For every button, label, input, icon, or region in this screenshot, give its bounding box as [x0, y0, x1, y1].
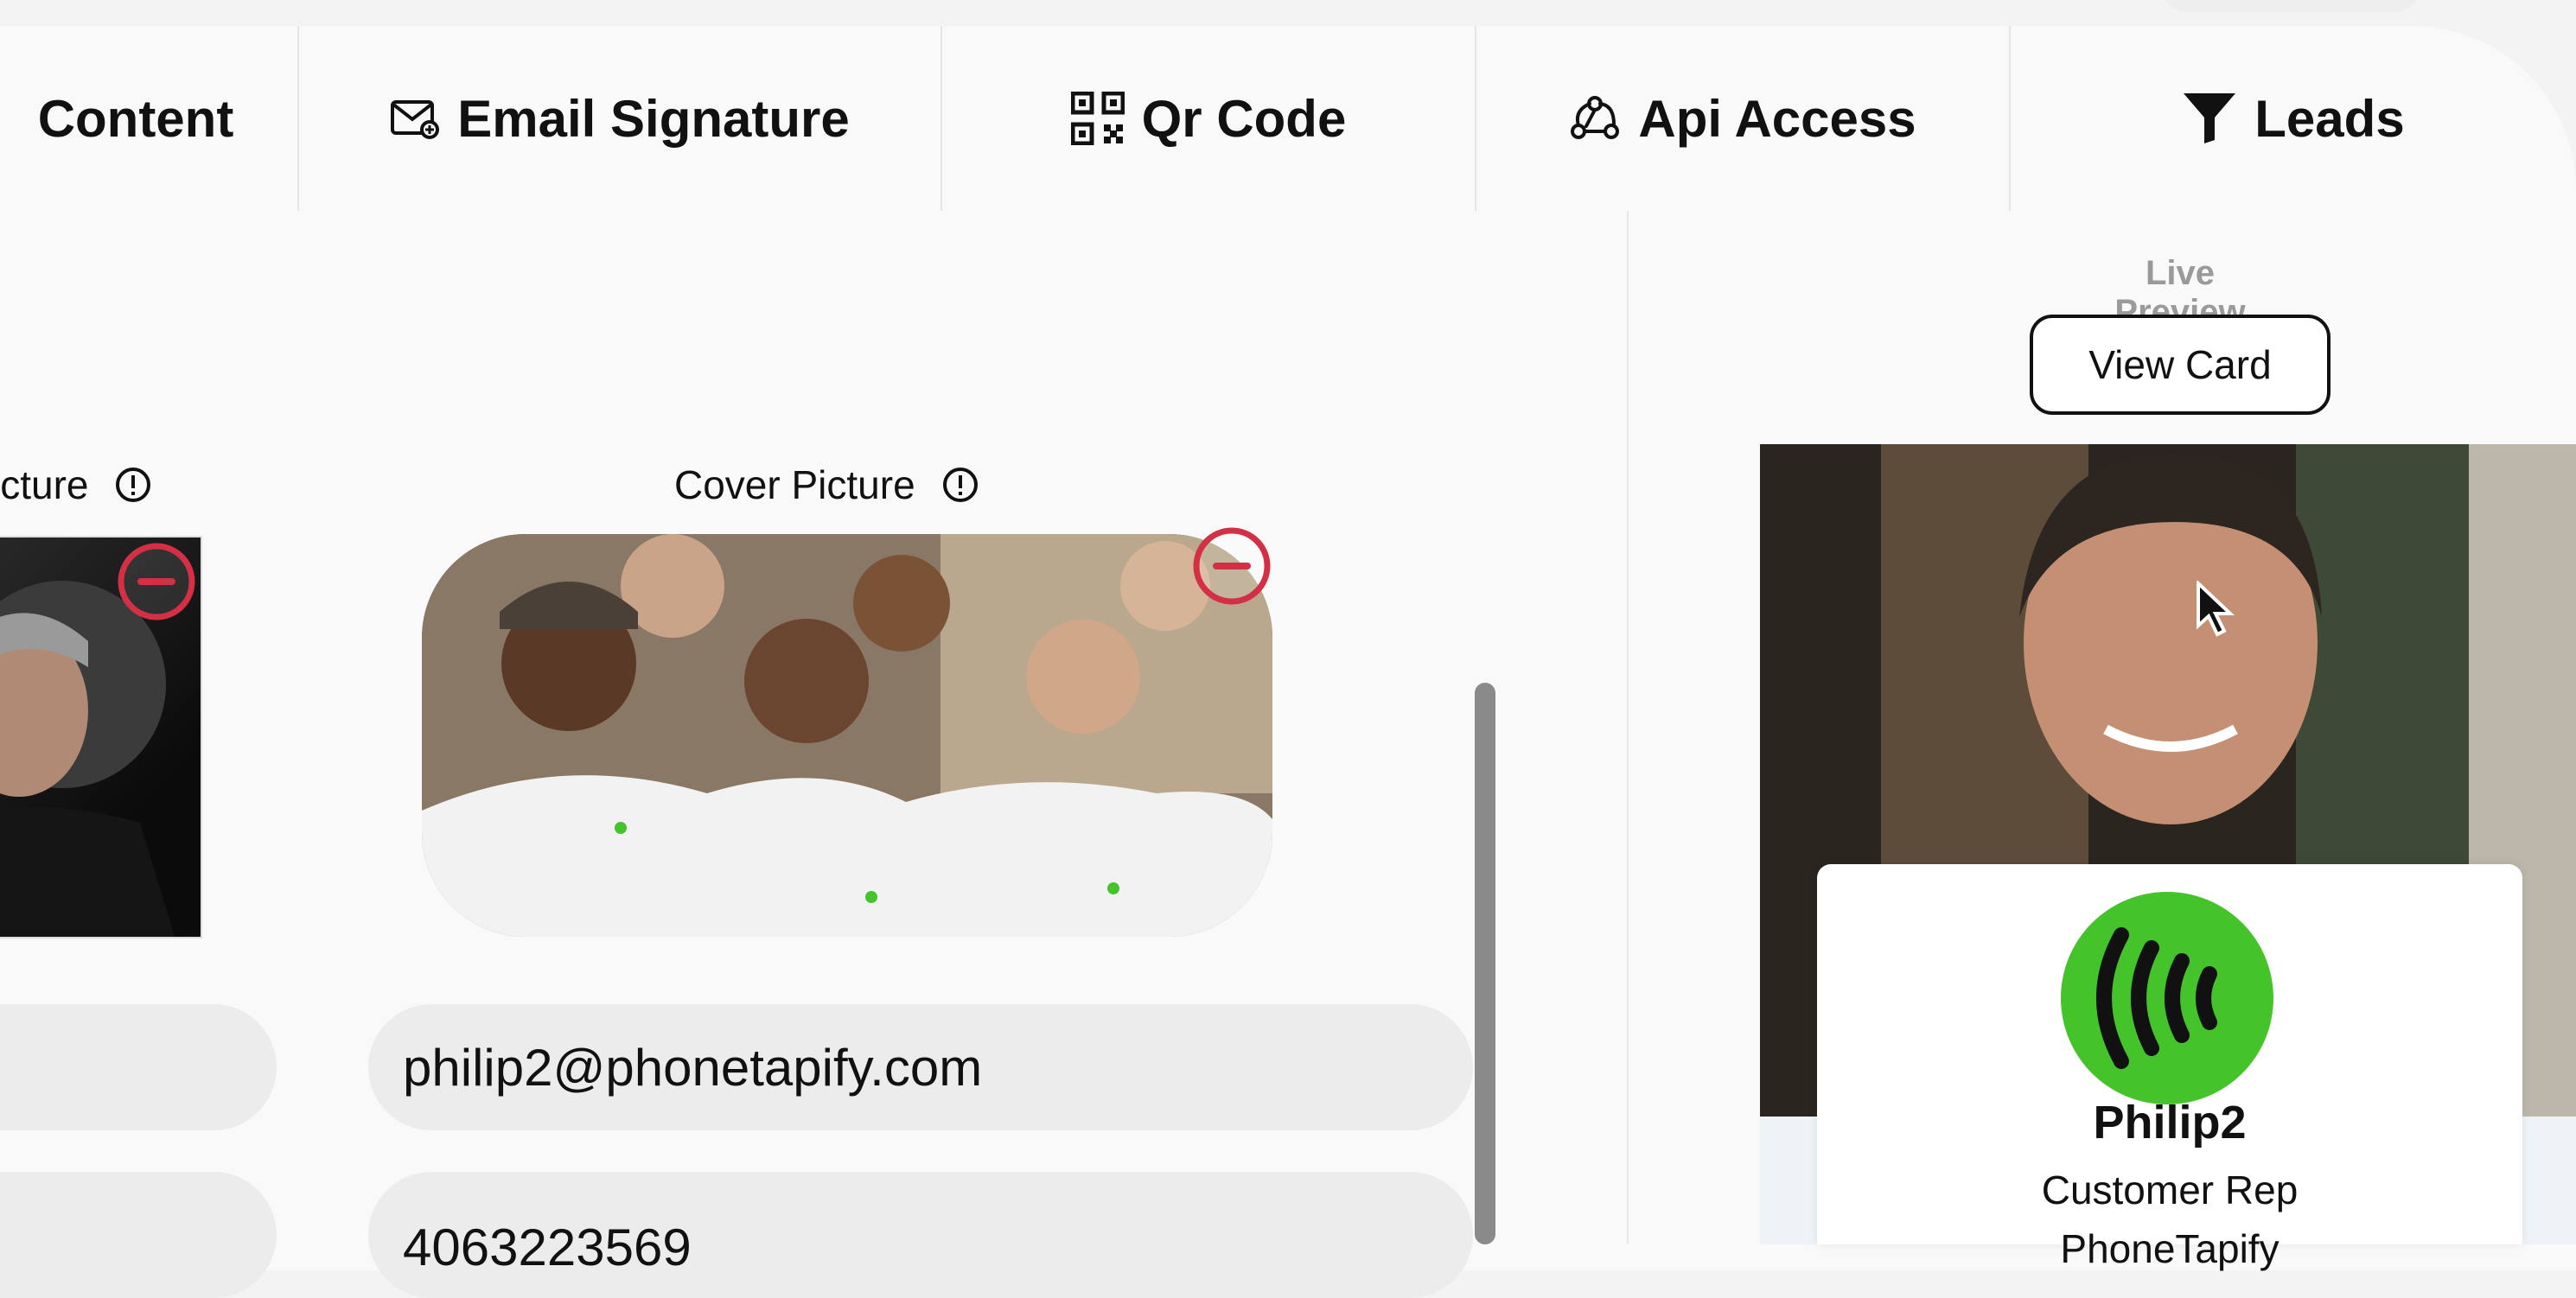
tab-api-access[interactable]: Api Access — [1476, 26, 2009, 211]
tab-leads-label: Leads — [2254, 89, 2405, 148]
tab-email-signature[interactable]: Email Signature — [299, 26, 940, 211]
view-card-button[interactable]: View Card — [2030, 315, 2331, 415]
email-value: philip2@phonetapify.com — [403, 1038, 983, 1097]
tab-qr-code[interactable]: Qr Code — [942, 26, 1475, 211]
envelope-icon — [390, 97, 440, 140]
company-logo — [2061, 892, 2273, 1104]
tab-content[interactable]: Content — [0, 26, 297, 211]
cover-picture-label: Cover Picture — [674, 461, 979, 508]
cover-photo-illustration — [422, 534, 1272, 937]
minus-circle-icon — [1193, 527, 1271, 605]
secondary-field[interactable] — [0, 1172, 277, 1298]
name-field[interactable] — [0, 1004, 277, 1130]
window-top-bubble — [2161, 0, 2420, 12]
cover-picture-label-text: Cover Picture — [674, 462, 915, 507]
scrollbar[interactable] — [1475, 683, 1495, 1244]
tab-content-label: Content — [37, 89, 234, 148]
phone-field[interactable]: 4063223569 — [368, 1172, 1473, 1298]
tab-qr-code-label: Qr Code — [1141, 89, 1347, 148]
info-icon[interactable] — [114, 466, 152, 504]
remove-profile-picture-button[interactable] — [116, 541, 197, 627]
mouse-cursor-icon — [2196, 579, 2235, 642]
webhook-icon — [1569, 93, 1621, 143]
phone-value: 4063223569 — [403, 1218, 692, 1276]
filter-icon — [2182, 92, 2237, 145]
tab-api-access-label: Api Access — [1638, 89, 1916, 148]
preview-role: Customer Rep — [2041, 1168, 2299, 1212]
remove-cover-picture-button[interactable] — [1191, 525, 1272, 611]
tab-bar: Content Email Signature Qr Code Api Acce… — [0, 26, 2550, 211]
preview-name: Philip2 — [2093, 1097, 2247, 1148]
profile-picture-label: icture — [0, 461, 152, 508]
email-field[interactable]: philip2@phonetapify.com — [368, 1004, 1473, 1130]
profile-picture-label-text: icture — [0, 462, 89, 507]
minus-circle-icon — [118, 543, 195, 620]
qr-code-icon — [1070, 92, 1125, 145]
preview-company: PhoneTapify — [2060, 1226, 2280, 1271]
nfc-waves-icon — [2096, 927, 2217, 1069]
info-icon[interactable] — [941, 466, 979, 504]
tab-email-signature-label: Email Signature — [457, 89, 850, 148]
tab-leads[interactable]: Leads — [2011, 26, 2576, 211]
cover-picture[interactable] — [422, 534, 1272, 937]
panel-divider — [1627, 211, 1629, 1244]
